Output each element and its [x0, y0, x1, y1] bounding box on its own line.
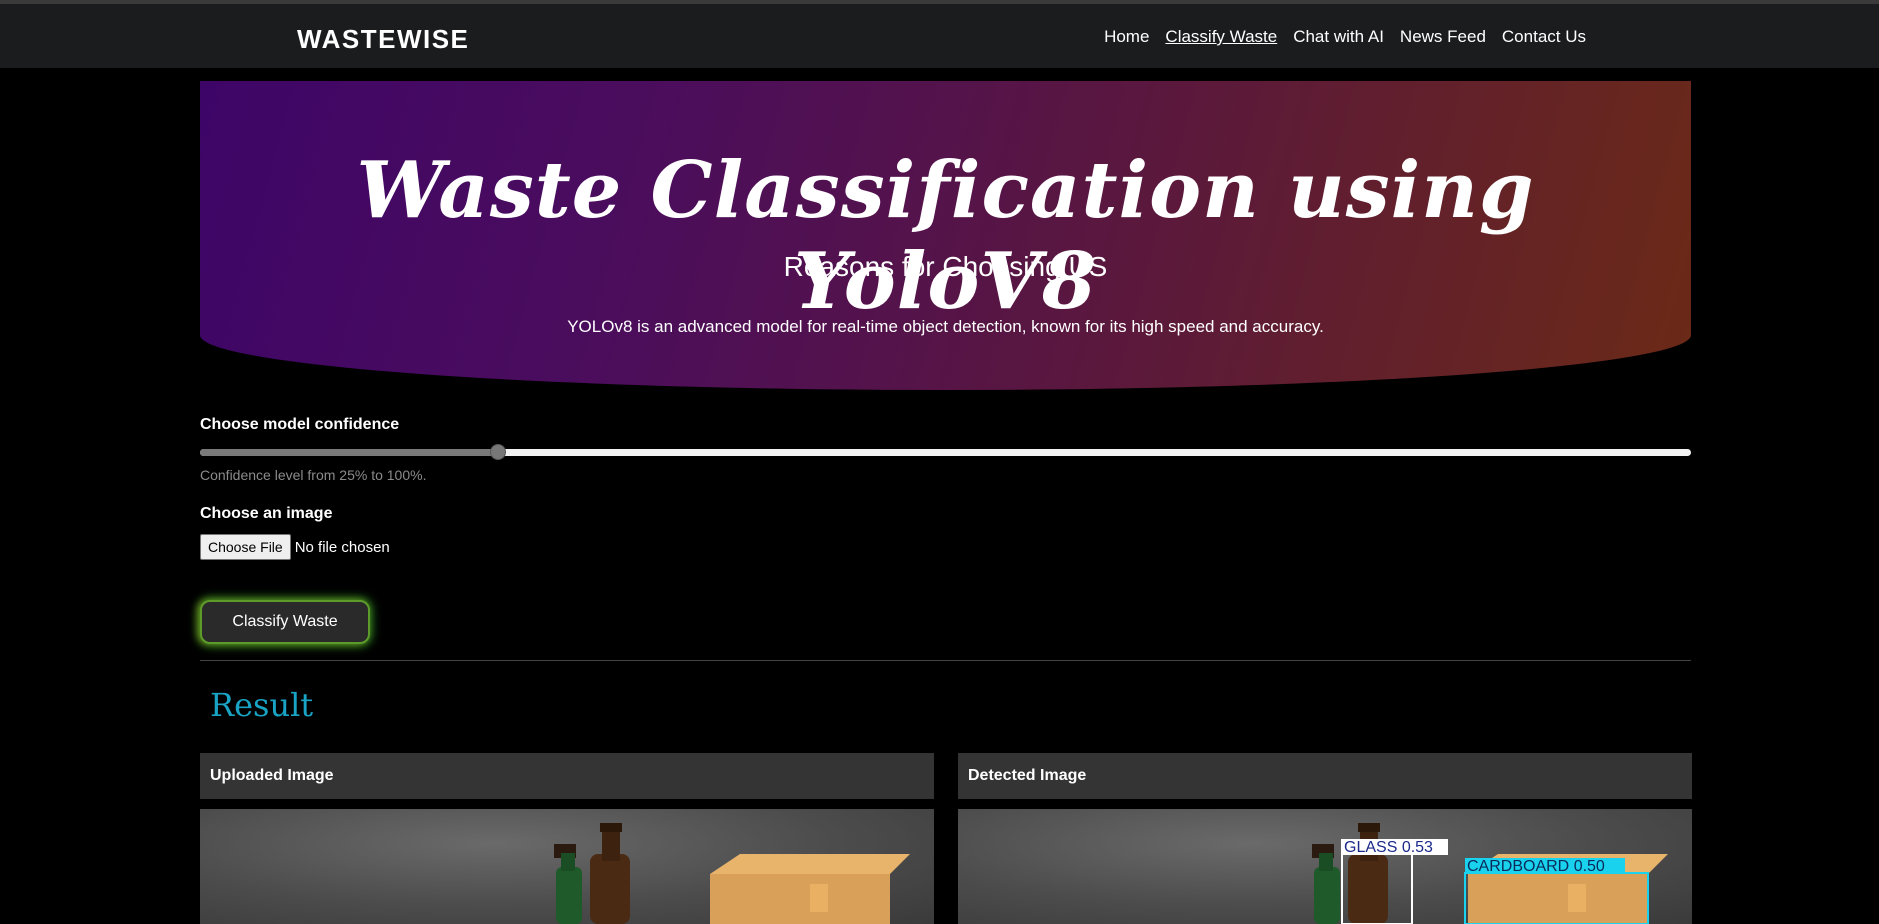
nav-link-home[interactable]: Home [1104, 27, 1149, 47]
nav-links: Home Classify Waste Chat with AI News Fe… [1104, 27, 1586, 47]
uploaded-image-photo [554, 823, 910, 924]
confidence-hint: Confidence level from 25% to 100%. [200, 467, 427, 483]
detection-label-cardboard: CARDBOARD 0.50 [1467, 858, 1605, 875]
uploaded-image-header: Uploaded Image [200, 753, 934, 799]
detected-image: GLASS 0.53 CARDBOARD 0.50 [958, 809, 1692, 924]
detected-image-header: Detected Image [958, 753, 1692, 799]
detected-image-title: Detected Image [968, 767, 1087, 784]
confidence-label: Choose model confidence [200, 416, 400, 433]
file-input[interactable]: Choose File No file chosen [200, 534, 390, 560]
nav-link-classify-waste[interactable]: Classify Waste [1165, 27, 1277, 47]
nav-link-contact-us[interactable]: Contact Us [1502, 27, 1586, 47]
hero-banner: Waste Classification using YoloV8 Reason… [200, 81, 1691, 390]
result-title: Result [210, 686, 314, 724]
brand-logo[interactable]: WASTEWISE [297, 24, 469, 55]
detection-label-glass: GLASS 0.53 [1344, 839, 1433, 856]
classify-waste-button[interactable]: Classify Waste [200, 600, 370, 644]
choose-file-button[interactable]: Choose File [200, 534, 291, 560]
navbar: WASTEWISE Home Classify Waste Chat with … [0, 4, 1879, 68]
hero-title: Waste Classification using YoloV8 [356, 145, 1535, 327]
slider-fill [200, 449, 499, 456]
hero-description: YOLOv8 is an advanced model for real-tim… [567, 317, 1324, 336]
file-status: No file chosen [294, 538, 390, 556]
uploaded-image [200, 809, 934, 924]
image-label: Choose an image [200, 505, 333, 522]
nav-link-chat-with-ai[interactable]: Chat with AI [1293, 27, 1384, 47]
nav-link-news-feed[interactable]: News Feed [1400, 27, 1486, 47]
hero-subtitle: Reasons for Choosing US [783, 251, 1108, 282]
detected-image-photo: GLASS 0.53 CARDBOARD 0.50 [1312, 823, 1668, 924]
slider-thumb[interactable] [490, 444, 507, 460]
divider [200, 660, 1691, 661]
confidence-slider[interactable] [200, 444, 1691, 460]
uploaded-image-title: Uploaded Image [210, 767, 334, 784]
